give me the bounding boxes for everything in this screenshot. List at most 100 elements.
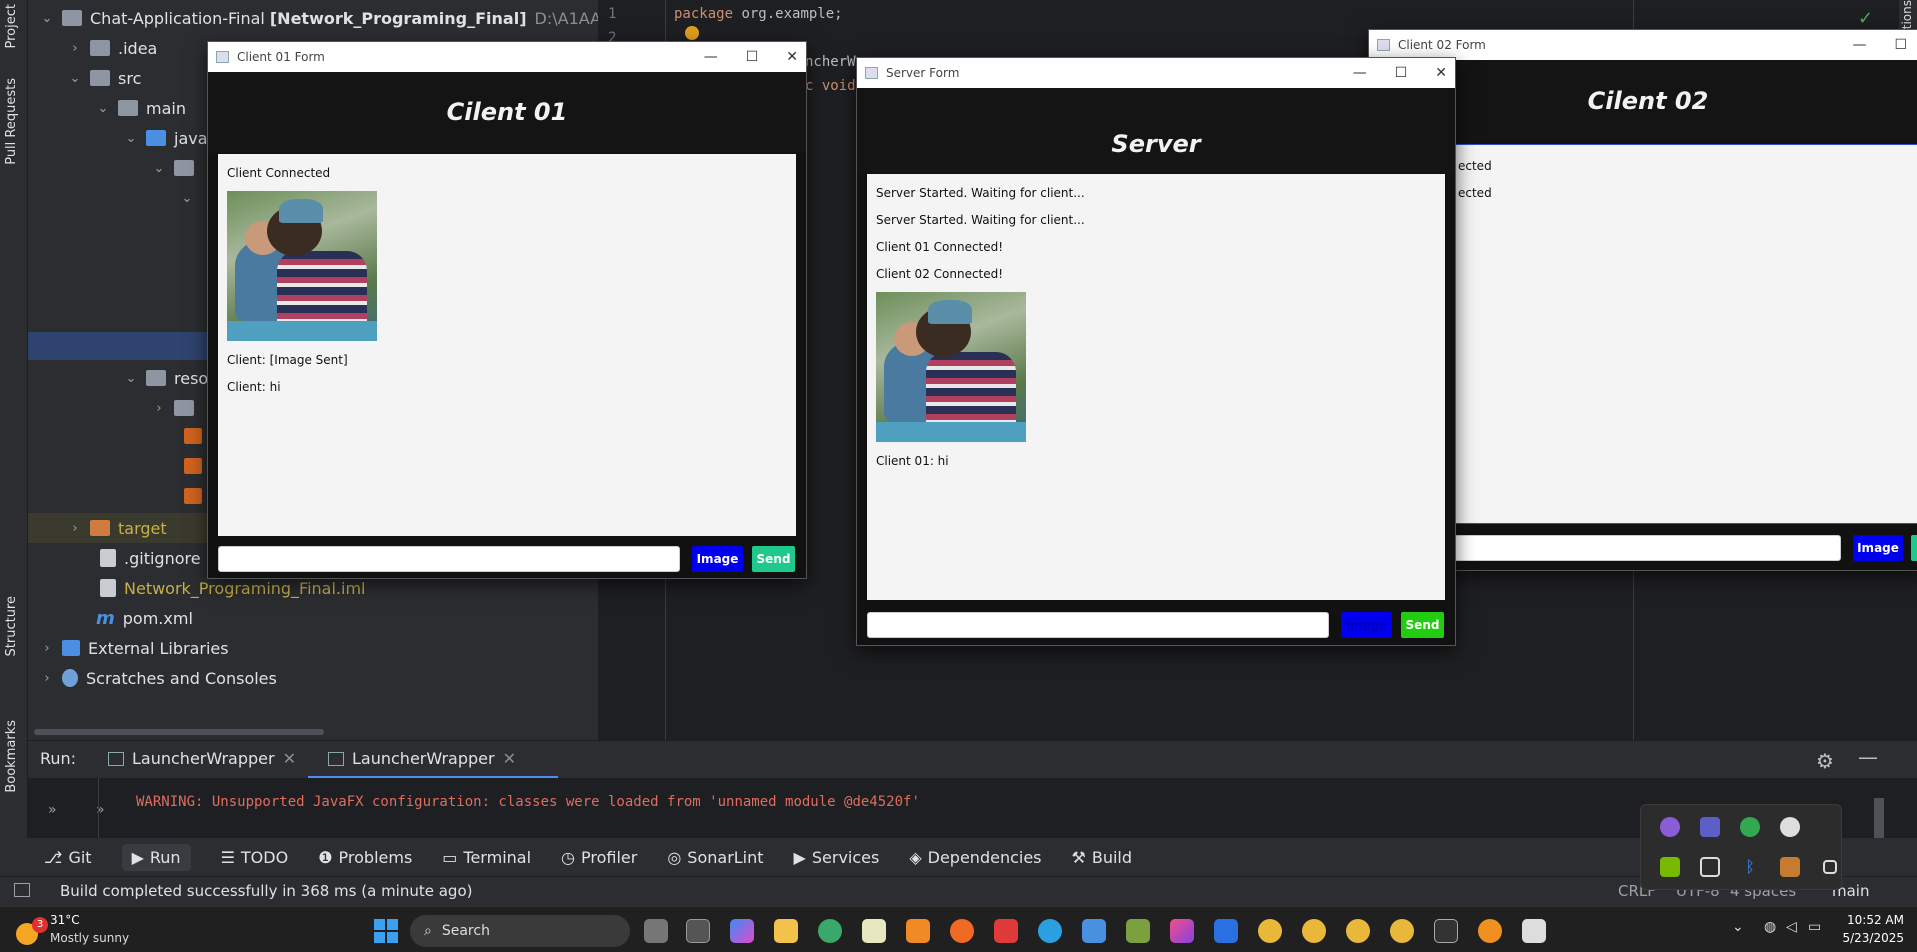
tool-sonarlint[interactable]: ◎ SonarLint xyxy=(667,848,763,867)
tree-item-main[interactable]: ⌄ main xyxy=(96,93,186,123)
terminal-icon[interactable] xyxy=(1434,919,1458,943)
tool-run[interactable]: ▶ Run xyxy=(121,843,191,871)
chat-image[interactable] xyxy=(227,191,377,341)
server-send-button[interactable]: Send xyxy=(1401,612,1444,638)
close-icon[interactable]: ✕ xyxy=(283,749,296,768)
tree-item-pom[interactable]: m pom.xml xyxy=(96,603,193,633)
client02-titlebar[interactable]: Client 02 Form — ☐ xyxy=(1369,30,1917,60)
tool-services[interactable]: ▶ Services xyxy=(794,848,880,867)
status-message[interactable]: Build completed successfully in 368 ms (… xyxy=(60,882,472,900)
panel-toggle-icon[interactable] xyxy=(14,883,30,897)
console-scrollbar[interactable] xyxy=(1874,798,1884,838)
tree-item-resources[interactable]: ⌄ reso xyxy=(124,363,209,393)
torrent-icon[interactable] xyxy=(1740,817,1760,837)
client01-chat-area[interactable]: Client Connected Client: [Image Sent] Cl… xyxy=(218,154,796,536)
tool-profiler[interactable]: ◷ Profiler xyxy=(561,848,637,867)
run-tab-launcher-1[interactable]: LauncherWrapper ✕ xyxy=(108,749,296,768)
close-icon[interactable]: ✕ xyxy=(1435,65,1447,81)
tree-item-src[interactable]: ⌄ src xyxy=(68,63,142,93)
close-icon[interactable]: ✕ xyxy=(786,49,798,65)
server-message-input[interactable] xyxy=(867,612,1329,638)
speaker-muted-icon[interactable]: ◁ xyxy=(1786,919,1797,935)
app-icon[interactable] xyxy=(1478,919,1502,943)
client02-image-button[interactable]: Image xyxy=(1853,535,1903,561)
hardware-monitor-icon[interactable] xyxy=(1780,857,1800,877)
tree-item-package[interactable]: ⌄ xyxy=(152,153,202,183)
project-tool-tab[interactable]: Project xyxy=(4,4,19,48)
tree-item-idea[interactable]: › .idea xyxy=(68,33,157,63)
copilot-icon[interactable] xyxy=(730,919,754,943)
tool-dependencies[interactable]: ◈ Dependencies xyxy=(909,848,1041,867)
weather-temperature[interactable]: 31°C xyxy=(50,913,80,927)
bookmarks-tool-tab[interactable]: Bookmarks xyxy=(4,720,19,793)
chat-image[interactable] xyxy=(876,292,1026,442)
expand-icon[interactable]: » xyxy=(48,802,57,818)
chrome-icon[interactable] xyxy=(1258,919,1282,943)
clock-time[interactable]: 10:52 AM xyxy=(1844,913,1904,927)
minimize-icon[interactable]: — xyxy=(704,49,718,65)
calendar-icon[interactable] xyxy=(1214,919,1238,943)
tree-item-external-libraries[interactable]: › External Libraries xyxy=(40,633,228,663)
tool-problems[interactable]: ❶ Problems xyxy=(318,848,412,867)
app-icon[interactable] xyxy=(994,919,1018,943)
client01-image-button[interactable]: Image xyxy=(692,546,743,572)
tool-git[interactable]: ⎇ Git xyxy=(44,848,92,867)
tool-todo[interactable]: ☰ TODO xyxy=(221,848,289,867)
clock-date[interactable]: 5/23/2025 xyxy=(1840,931,1904,945)
task-view-icon[interactable] xyxy=(644,919,668,943)
structure-tool-tab[interactable]: Structure xyxy=(4,596,19,656)
client01-window[interactable]: Client 01 Form — ☐ ✕ Cilent 01 Client Co… xyxy=(207,41,807,579)
tool-terminal[interactable]: ▭ Terminal xyxy=(442,848,531,867)
close-icon[interactable]: ✕ xyxy=(503,749,516,768)
file-explorer-icon[interactable] xyxy=(774,919,798,943)
chrome-icon[interactable] xyxy=(1346,919,1370,943)
window-icon[interactable] xyxy=(1823,860,1837,874)
client02-message-input[interactable] xyxy=(1451,535,1841,561)
copy-icon[interactable] xyxy=(1700,857,1720,877)
minimize-icon[interactable]: — xyxy=(1852,37,1866,53)
tree-root[interactable]: ⌄ Chat-Application-Final [Network_Progra… xyxy=(40,3,649,33)
tree-item-scratches[interactable]: › Scratches and Consoles xyxy=(40,663,276,693)
tree-item-target[interactable]: › target xyxy=(68,513,166,543)
minimize-icon[interactable]: — xyxy=(1353,65,1367,81)
intellij-icon[interactable] xyxy=(1170,919,1194,943)
cloud-icon[interactable] xyxy=(1780,817,1800,837)
maximize-icon[interactable]: ☐ xyxy=(1395,65,1408,81)
photos-icon[interactable] xyxy=(1082,919,1106,943)
battery-icon[interactable]: ▭ xyxy=(1808,919,1821,935)
fxml-file-icon[interactable] xyxy=(184,428,202,444)
app-icon[interactable] xyxy=(906,919,930,943)
tree-item-subpackage[interactable]: ⌄ xyxy=(180,183,202,213)
telegram-icon[interactable] xyxy=(1038,919,1062,943)
nvidia-icon[interactable] xyxy=(1660,857,1680,877)
gear-icon[interactable]: ⚙ xyxy=(1816,749,1834,773)
app-icon[interactable] xyxy=(686,919,710,943)
tree-item-resources-sub[interactable]: › xyxy=(152,393,202,423)
app-icon[interactable] xyxy=(1126,919,1150,943)
run-tab-launcher-2[interactable]: LauncherWrapper ✕ xyxy=(328,749,516,768)
feather-icon[interactable] xyxy=(1660,817,1680,837)
maximize-icon[interactable]: ☐ xyxy=(746,49,759,65)
client02-send-button[interactable] xyxy=(1911,535,1917,561)
server-titlebar[interactable]: Server Form — ☐ ✕ xyxy=(857,58,1455,88)
server-window[interactable]: Server Form — ☐ ✕ Server Server Started.… xyxy=(856,57,1456,646)
client01-message-input[interactable] xyxy=(218,546,680,572)
weather-widget[interactable]: 3 xyxy=(10,913,48,947)
app-icon[interactable] xyxy=(1522,919,1546,943)
globe-icon[interactable]: ◍ xyxy=(1764,919,1776,935)
minimize-panel-icon[interactable]: — xyxy=(1858,745,1878,769)
lightbulb-icon[interactable] xyxy=(685,26,699,40)
horizontal-scrollbar[interactable] xyxy=(34,729,324,735)
notepad-icon[interactable] xyxy=(862,919,886,943)
teams-icon[interactable] xyxy=(1700,817,1720,837)
client01-titlebar[interactable]: Client 01 Form — ☐ ✕ xyxy=(208,42,806,72)
chevron-up-icon[interactable]: ⌄ xyxy=(1732,919,1744,935)
weather-condition[interactable]: Mostly sunny xyxy=(50,931,129,945)
fxml-file-icon[interactable] xyxy=(184,488,202,504)
client01-send-button[interactable]: Send xyxy=(752,546,795,572)
run-console[interactable]: » » WARNING: Unsupported JavaFX configur… xyxy=(28,778,1917,838)
start-button[interactable] xyxy=(374,919,398,943)
pull-requests-tool-tab[interactable]: Pull Requests xyxy=(4,78,19,165)
maximize-icon[interactable]: ☐ xyxy=(1894,37,1907,53)
server-image-button[interactable]: Image xyxy=(1341,612,1392,638)
